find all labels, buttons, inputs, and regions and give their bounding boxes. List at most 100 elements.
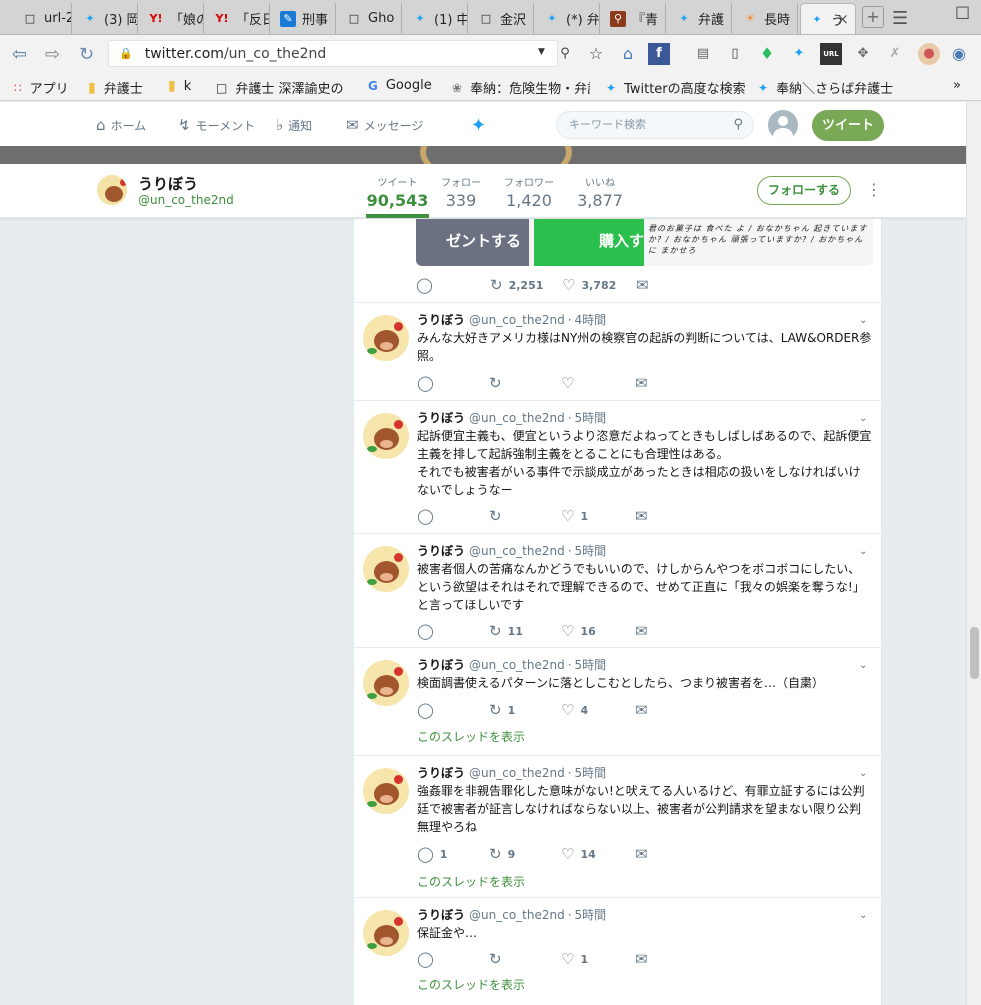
chevron-down-icon[interactable]: ⌄ — [859, 315, 867, 326]
tweet[interactable]: うりぼう @un_co_the2nd · 5時間 ⌄ 保証金や… ◯ ↻ ♡ 1 ✉ こ… — [354, 897, 881, 1005]
home-icon[interactable]: ⌂ — [617, 43, 639, 65]
tweet[interactable]: うりぼう @un_co_the2nd · 4時間 ⌄ みんな大好きアメリカ様はNY州の… — [354, 302, 881, 400]
tweet-avatar[interactable] — [363, 768, 409, 814]
tweet-button[interactable]: ツイート — [812, 110, 884, 141]
tweet-avatar[interactable] — [363, 546, 409, 592]
bookmark-folder[interactable]: ▮ 弁護士 — [88, 78, 158, 98]
dm-button[interactable]: ✉ — [635, 507, 654, 525]
like-button[interactable]: ♡ 1 — [561, 507, 588, 525]
browser-tab[interactable]: □ url-2 — [14, 3, 72, 34]
retweet-button[interactable]: ↻ — [489, 374, 508, 392]
url-shortener-icon[interactable]: URL — [820, 43, 842, 65]
retweet-button[interactable]: ↻ 2,251 — [490, 276, 543, 294]
tweet-avatar[interactable] — [363, 413, 409, 459]
shirt-icon[interactable]: □ — [955, 2, 970, 21]
chevron-down-icon[interactable]: ▼ — [538, 47, 545, 57]
address-bar[interactable]: 🔒 twitter.com/un_co_the2nd — [108, 40, 558, 67]
facebook-icon[interactable]: f — [648, 43, 670, 65]
evernote-icon[interactable]: ♦ — [756, 43, 778, 65]
bookmark-item[interactable]: □ 弁護士 深澤諭史の — [216, 78, 354, 98]
show-thread-link[interactable]: このスレッドを表示 — [417, 873, 525, 890]
like-button[interactable]: ♡ 1 — [561, 950, 588, 968]
dm-button[interactable]: ✉ — [636, 276, 655, 294]
tweet-media-image[interactable]: ゼントする 購入す 君のお菓子は 食べた よ / おなかちゃん 起きていますか?… — [416, 219, 873, 266]
chevron-down-icon[interactable]: ⌄ — [859, 660, 867, 671]
retweet-button[interactable]: ↻ 1 — [489, 701, 515, 719]
tweet-avatar[interactable] — [363, 660, 409, 706]
tweet-avatar[interactable] — [363, 315, 409, 361]
dm-button[interactable]: ✉ — [635, 950, 654, 968]
like-button[interactable]: ♡ 3,782 — [562, 276, 616, 294]
stat-tweets[interactable]: ツイート 90,543 — [366, 174, 429, 210]
tweet-author-handle[interactable]: @un_co_the2nd — [469, 766, 565, 780]
browser-tab[interactable]: ⚲ 『青 — [602, 3, 666, 34]
tweet-author-name[interactable]: うりぼう — [417, 658, 465, 672]
browser-tab[interactable]: ✦ (1) 中 — [404, 3, 468, 34]
twitter-icon[interactable]: ✦ — [788, 43, 810, 65]
bookmark-item[interactable]: G Google — [368, 78, 448, 93]
browser-tab[interactable]: ✦ 弁護 — [668, 3, 732, 34]
bookmark-icon[interactable]: ▯ — [724, 43, 746, 65]
bookmark-item[interactable]: ✦ Twitterの高度な検索 — [606, 78, 746, 98]
close-icon[interactable]: × — [836, 10, 849, 28]
tweet-author-handle[interactable]: @un_co_the2nd — [469, 313, 565, 327]
browser-tab[interactable]: ☀ 長時 — [734, 3, 798, 34]
bookmark-item[interactable]: ❀ 奉納：危険生物・弁護 — [452, 78, 590, 98]
search-icon[interactable]: ⚲ — [733, 112, 743, 138]
globe-icon[interactable]: ◉ — [948, 43, 970, 65]
reply-button[interactable]: ◯ — [417, 374, 440, 392]
browser-tab[interactable]: Y! 「娘の — [140, 3, 204, 34]
profile-handle[interactable]: @un_co_the2nd — [138, 193, 234, 207]
bookmark-apps[interactable]: ∷ アプリ — [14, 78, 84, 98]
nav-moments[interactable]: ↯ モーメント — [178, 116, 255, 134]
extension-icon[interactable]: ✗ — [884, 43, 906, 65]
nav-notifications[interactable]: ♭ 通知 — [276, 116, 312, 134]
back-arrow-icon[interactable]: ⇦ — [12, 44, 27, 65]
nav-home[interactable]: ⌂ ホーム — [96, 116, 146, 134]
stat-likes[interactable]: いいね 3,877 — [576, 174, 624, 210]
tweet-author-name[interactable]: うりぼう — [417, 313, 465, 327]
reply-button[interactable]: ◯ — [417, 701, 440, 719]
save-icon[interactable]: ▤ — [692, 43, 714, 65]
twitter-bird-icon[interactable]: ✦ — [471, 115, 486, 136]
user-avatar[interactable] — [768, 110, 798, 140]
reply-button[interactable]: ◯ — [417, 507, 440, 525]
bookmarks-overflow-button[interactable]: » — [953, 78, 961, 93]
search-input[interactable]: キーワード検索 ⚲ — [556, 111, 754, 139]
reply-button[interactable]: ◯ — [417, 950, 440, 968]
retweet-button[interactable]: ↻ — [489, 950, 508, 968]
new-tab-button[interactable]: + — [862, 6, 884, 28]
tweet-author-handle[interactable]: @un_co_the2nd — [469, 908, 565, 922]
profile-avatar[interactable] — [95, 173, 129, 207]
chevron-down-icon[interactable]: ⌄ — [859, 546, 867, 557]
tweet[interactable]: うりぼう @un_co_the2nd · 5時間 ⌄ 起訴便宜主義も、便宜というより恣… — [354, 400, 881, 533]
star-icon[interactable]: ☆ — [585, 43, 607, 65]
tweet-author-handle[interactable]: @un_co_the2nd — [469, 658, 565, 672]
page-scrollbar[interactable] — [966, 102, 981, 1005]
like-button[interactable]: ♡ 4 — [561, 701, 588, 719]
show-thread-link[interactable]: このスレッドを表示 — [417, 976, 525, 993]
reply-button[interactable]: ◯ 1 — [417, 845, 447, 863]
follow-button[interactable]: フォローする — [757, 176, 851, 205]
browser-tab[interactable]: Y! 「反日 — [206, 3, 270, 34]
tweet[interactable]: うりぼう @un_co_the2nd · 5時間 ⌄ 強姦罪を非親告罪化した意味がない… — [354, 755, 881, 897]
tweet-author-name[interactable]: うりぼう — [417, 908, 465, 922]
tweet-avatar[interactable] — [363, 910, 409, 956]
retweet-button[interactable]: ↻ 9 — [489, 845, 515, 863]
nav-messages[interactable]: ✉ メッセージ — [346, 116, 423, 134]
tweet-author-name[interactable]: うりぼう — [417, 411, 465, 425]
like-button[interactable]: ♡ 16 — [561, 622, 596, 640]
move-icon[interactable]: ✥ — [852, 43, 874, 65]
zoom-icon[interactable]: ⚲ — [554, 43, 576, 65]
dm-button[interactable]: ✉ — [635, 701, 654, 719]
bookmark-folder[interactable]: ▮ k — [168, 78, 208, 94]
tweet-timestamp[interactable]: 5時間 — [575, 411, 607, 425]
chevron-down-icon[interactable]: ⌄ — [859, 413, 867, 424]
tweet-timestamp[interactable]: 4時間 — [575, 313, 607, 327]
forward-arrow-icon[interactable]: ⇨ — [45, 44, 60, 65]
reply-button[interactable]: ◯ — [416, 276, 439, 294]
browser-tab[interactable]: ✦ (*) 弁 — [536, 3, 600, 34]
reply-button[interactable]: ◯ — [417, 622, 440, 640]
chevron-down-icon[interactable]: ⌄ — [859, 910, 867, 921]
browser-tab[interactable]: ✎ 刑事 — [272, 3, 336, 34]
